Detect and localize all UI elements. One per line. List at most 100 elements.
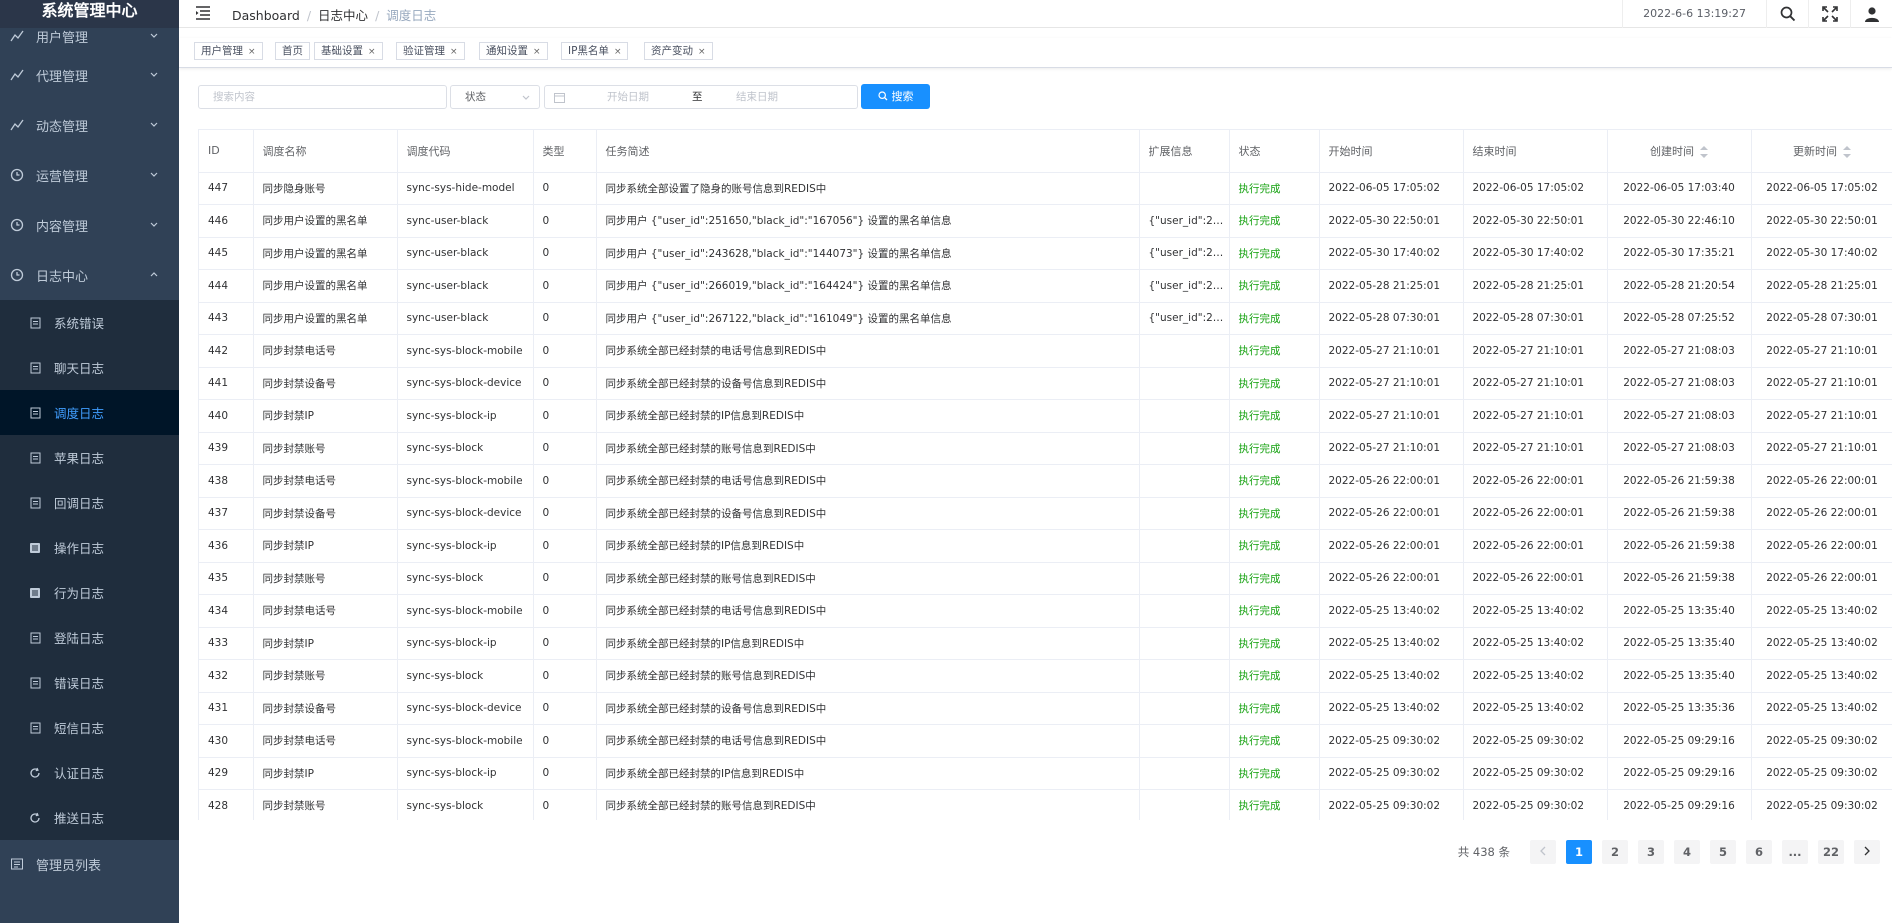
fullscreen-button[interactable] bbox=[1808, 0, 1850, 28]
table-row: 436 同步封禁IP sync-sys-block-ip 0 同步系统全部已经封禁的IP… bbox=[199, 529, 1892, 563]
end-date-input[interactable]: 结束日期 bbox=[736, 86, 778, 108]
cell-code: sync-sys-block-ip bbox=[397, 757, 534, 790]
list-icon bbox=[8, 855, 26, 873]
user-icon bbox=[1864, 7, 1879, 22]
page-button[interactable]: 22 bbox=[1818, 840, 1844, 864]
cell-id: 442 bbox=[199, 334, 254, 368]
sidebar-item-label: 短信日志 bbox=[54, 721, 105, 736]
tag-ip-blacklist[interactable]: IP黑名单 × bbox=[561, 42, 629, 60]
page-button[interactable]: 6 bbox=[1746, 840, 1772, 864]
breadcrumb-item-dashboard[interactable]: Dashboard bbox=[232, 8, 300, 23]
cell-type: 0 bbox=[533, 204, 597, 238]
sidebar-item-behavior-log[interactable]: 行为日志 bbox=[0, 570, 179, 615]
document-icon bbox=[28, 496, 42, 510]
column-header-name: 调度名称 bbox=[253, 130, 398, 173]
next-page-button[interactable] bbox=[1854, 840, 1880, 864]
search-button[interactable]: 搜索 bbox=[861, 84, 930, 109]
start-date-input[interactable]: 开始日期 bbox=[607, 86, 649, 108]
page-button[interactable]: 3 bbox=[1638, 840, 1664, 864]
sidebar-item-operation-log[interactable]: 操作日志 bbox=[0, 525, 179, 570]
cell-code: sync-user-black bbox=[397, 302, 534, 335]
close-icon[interactable]: × bbox=[248, 47, 256, 57]
table-body: 447 同步隐身账号 sync-sys-hide-model 0 同步系统全部设置了隐身… bbox=[199, 172, 1892, 820]
tag-basic-settings[interactable]: 基础设置 × bbox=[314, 42, 383, 60]
cell-code: sync-user-black bbox=[397, 204, 534, 238]
table-row: 438 同步封禁电话号 sync-sys-block-mobile 0 同步系统全部已经… bbox=[199, 464, 1892, 498]
close-icon[interactable]: × bbox=[533, 47, 541, 57]
tag-verification-management[interactable]: 验证管理 × bbox=[396, 42, 465, 60]
tag-user-management[interactable]: 用户管理 × bbox=[194, 42, 263, 60]
cell-type: 0 bbox=[533, 269, 597, 303]
navbar: Dashboard / 日志中心 / 调度日志 2022-6-6 13:19:27 bbox=[179, 0, 1892, 28]
sidebar-item-log-center[interactable]: 日志中心 bbox=[0, 250, 179, 300]
cell-id: 437 bbox=[199, 497, 254, 530]
cell-end-time: 2022-05-27 21:10:01 bbox=[1463, 399, 1608, 433]
cell-name: 同步封禁IP bbox=[253, 627, 398, 660]
sidebar-item-auth-log[interactable]: 认证日志 bbox=[0, 750, 179, 795]
page-button[interactable]: 4 bbox=[1674, 840, 1700, 864]
column-header-created-time[interactable]: 创建时间 bbox=[1607, 130, 1752, 173]
page-button[interactable]: 1 bbox=[1566, 840, 1592, 864]
breadcrumb-item-log-center[interactable]: 日志中心 bbox=[318, 8, 368, 23]
sidebar-item-agent-management[interactable]: 代理管理 bbox=[0, 50, 179, 100]
sidebar-item-login-log[interactable]: 登陆日志 bbox=[0, 615, 179, 660]
cell-description: 同步用户 {"user_id":251650,"black_id":"16705… bbox=[596, 204, 1140, 238]
sidebar-item-admin-list[interactable]: 管理员列表 bbox=[0, 840, 179, 888]
page-button[interactable]: 2 bbox=[1602, 840, 1628, 864]
cell-extra bbox=[1139, 399, 1230, 433]
tag-home[interactable]: 首页 bbox=[275, 42, 310, 60]
cell-updated-time: 2022-05-25 13:40:02 bbox=[1751, 659, 1892, 693]
cell-extra bbox=[1139, 432, 1230, 465]
tag-asset-changes[interactable]: 资产变动 × bbox=[644, 42, 713, 60]
cell-updated-time: 2022-05-27 21:10:01 bbox=[1751, 334, 1892, 368]
close-icon[interactable]: × bbox=[698, 47, 706, 57]
page-button[interactable]: 5 bbox=[1710, 840, 1736, 864]
sidebar-item-system-error[interactable]: 系统错误 bbox=[0, 300, 179, 345]
chart-line-icon bbox=[8, 116, 26, 134]
header-search-button[interactable] bbox=[1766, 0, 1808, 28]
page-ellipsis[interactable]: ... bbox=[1782, 840, 1808, 864]
cell-end-time: 2022-05-28 07:30:01 bbox=[1463, 302, 1608, 335]
cell-start-time: 2022-05-27 21:10:01 bbox=[1319, 367, 1464, 400]
sidebar-item-callback-log[interactable]: 回调日志 bbox=[0, 480, 179, 525]
close-icon[interactable]: × bbox=[614, 47, 622, 57]
sort-icon[interactable] bbox=[1843, 145, 1851, 158]
hamburger-icon[interactable] bbox=[194, 4, 212, 22]
sidebar-item-feed-management[interactable]: 动态管理 bbox=[0, 100, 179, 150]
close-icon[interactable]: × bbox=[450, 47, 458, 57]
user-avatar-button[interactable] bbox=[1850, 0, 1892, 28]
cell-description: 同步系统全部已经封禁的账号信息到REDIS中 bbox=[596, 562, 1140, 595]
cell-status: 执行完成 bbox=[1229, 724, 1320, 758]
search-input[interactable]: 搜索内容 bbox=[198, 85, 447, 109]
date-range-picker[interactable]: 开始日期 至 结束日期 bbox=[544, 85, 858, 109]
cell-created-time: 2022-05-25 09:29:16 bbox=[1607, 757, 1752, 790]
column-header-updated-time[interactable]: 更新时间 bbox=[1751, 130, 1892, 173]
sidebar-item-chat-log[interactable]: 聊天日志 bbox=[0, 345, 179, 390]
cell-updated-time: 2022-05-25 09:30:02 bbox=[1751, 789, 1892, 820]
status-select[interactable]: 状态 bbox=[450, 85, 540, 109]
schedule-log-table: ID 调度名称 调度代码 类型 任务简述 扩展信息 状态 开始时间 结束时间 创… bbox=[198, 129, 1892, 820]
tag-notification-settings[interactable]: 通知设置 × bbox=[479, 42, 548, 60]
sidebar-item-user-management[interactable]: 用户管理 bbox=[0, 22, 179, 50]
close-icon[interactable]: × bbox=[368, 47, 376, 57]
cell-description: 同步系统全部已经封禁的账号信息到REDIS中 bbox=[596, 659, 1140, 693]
sidebar-item-sms-log[interactable]: 短信日志 bbox=[0, 705, 179, 750]
database-icon bbox=[28, 586, 42, 600]
cell-created-time: 2022-05-27 21:08:03 bbox=[1607, 334, 1752, 368]
sidebar-item-apple-log[interactable]: 苹果日志 bbox=[0, 435, 179, 480]
cell-end-time: 2022-05-27 21:10:01 bbox=[1463, 432, 1608, 465]
sidebar-item-push-log[interactable]: 推送日志 bbox=[0, 795, 179, 840]
table-row: 447 同步隐身账号 sync-sys-hide-model 0 同步系统全部设置了隐身… bbox=[199, 172, 1892, 205]
sidebar-item-content-management[interactable]: 内容管理 bbox=[0, 200, 179, 250]
sidebar-item-error-log[interactable]: 错误日志 bbox=[0, 660, 179, 705]
cell-start-time: 2022-05-27 21:10:01 bbox=[1319, 334, 1464, 368]
page-list: 1 2 3 4 5 6... 22 bbox=[1556, 840, 1844, 864]
cell-start-time: 2022-05-30 22:50:01 bbox=[1319, 204, 1464, 238]
sidebar-item-operations-management[interactable]: 运营管理 bbox=[0, 150, 179, 200]
cell-id: 445 bbox=[199, 237, 254, 270]
sidebar-item-schedule-log[interactable]: 调度日志 bbox=[0, 390, 179, 435]
prev-page-button[interactable] bbox=[1530, 840, 1556, 864]
cell-type: 0 bbox=[533, 399, 597, 433]
sort-icon[interactable] bbox=[1700, 145, 1708, 158]
cell-created-time: 2022-05-30 17:35:21 bbox=[1607, 237, 1752, 270]
